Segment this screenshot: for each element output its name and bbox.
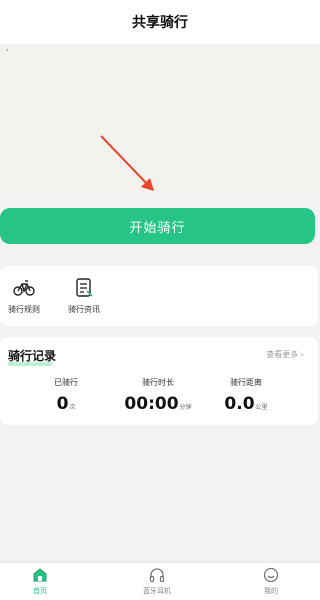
tab-label: 首页 (33, 587, 47, 595)
map-view[interactable]: · (0, 44, 320, 192)
tab-label: 我的 (264, 587, 278, 595)
tab-home[interactable]: 首页 (10, 567, 70, 596)
stat-unit: 公里 (255, 404, 268, 411)
stat-unit: 分钟 (179, 404, 192, 411)
tab-profile[interactable]: 我的 (241, 567, 301, 596)
ride-record-card: 骑行记录 查看更多 › 已骑行 0次 骑行时长 00:00分钟 骑行距离 0.0… (0, 337, 318, 425)
home-icon (33, 568, 47, 582)
stat-unit: 次 (69, 404, 76, 411)
stat-label: 骑行时长 (142, 378, 174, 387)
record-title: 骑行记录 (8, 349, 57, 363)
tab-bluetooth-headphones[interactable]: 蓝牙耳机 (127, 567, 187, 596)
bicycle-icon (13, 280, 35, 296)
tab-label: 蓝牙耳机 (143, 587, 171, 595)
profile-icon (263, 567, 279, 583)
quick-link-ride-rules[interactable]: 骑行规则 (0, 278, 48, 318)
quick-links-card: 骑行规则 骑行资讯 (0, 266, 318, 326)
stat-ride-count: 已骑行 0次 (26, 377, 106, 414)
top-bar: 共享骑行 (0, 0, 320, 44)
stat-label: 骑行距离 (230, 378, 262, 387)
stat-value: 0.0 (224, 394, 255, 414)
quick-link-label: 骑行规则 (8, 305, 40, 314)
stat-value: 00:00 (124, 394, 179, 414)
bottom-tab-bar: 首页 蓝牙耳机 我的 (0, 562, 320, 600)
stat-label: 已骑行 (54, 378, 78, 387)
document-icon (76, 278, 93, 297)
stat-ride-distance: 骑行距离 0.0公里 (206, 377, 286, 414)
quick-link-ride-news[interactable]: 骑行资讯 (60, 278, 108, 318)
quick-link-label: 骑行资讯 (68, 305, 100, 314)
arrow-pointer-icon (100, 135, 154, 191)
start-ride-button[interactable]: 开始骑行 (0, 208, 315, 244)
headphones-icon (149, 568, 165, 583)
stat-ride-duration: 骑行时长 00:00分钟 (118, 377, 198, 414)
stat-value: 0 (56, 394, 69, 414)
chevron-right-icon: › (300, 350, 304, 359)
page-title: 共享骑行 (132, 15, 188, 31)
view-more-link[interactable]: 查看更多 › (266, 349, 304, 360)
